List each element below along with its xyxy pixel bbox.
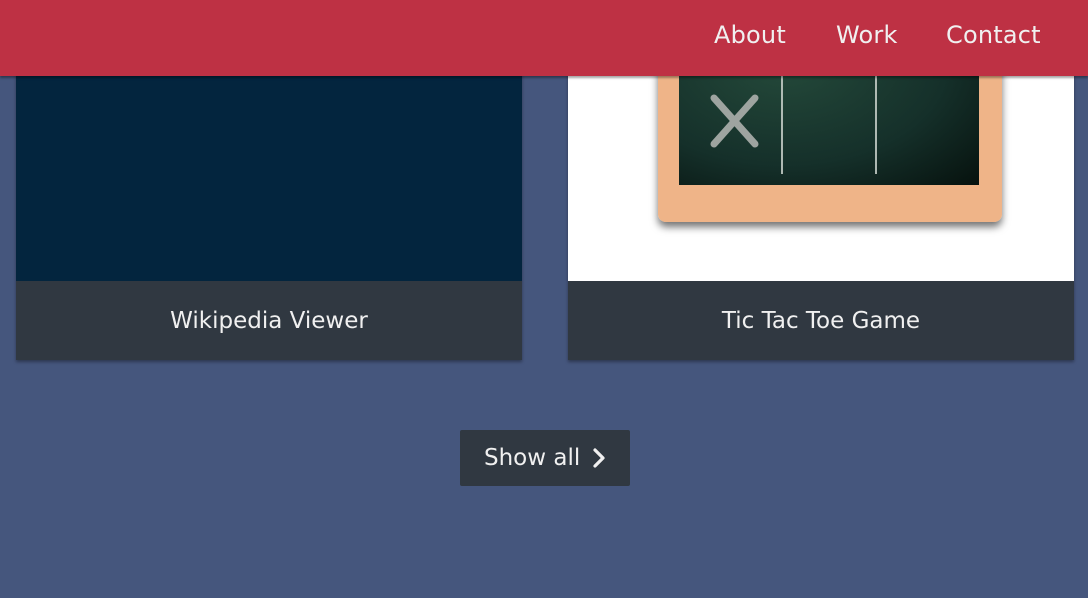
show-all-label: Show all [484,445,581,471]
chevron-right-icon [593,448,605,468]
navbar: About Work Contact [0,0,1088,76]
nav-link-about[interactable]: About [714,0,786,70]
nav-link-work[interactable]: Work [836,0,898,70]
show-all-button[interactable]: Show all [460,430,630,486]
project-title: Tic Tac Toe Game [721,308,921,334]
nav-link-contact[interactable]: Contact [946,0,1041,70]
project-title: Wikipedia Viewer [170,308,368,334]
